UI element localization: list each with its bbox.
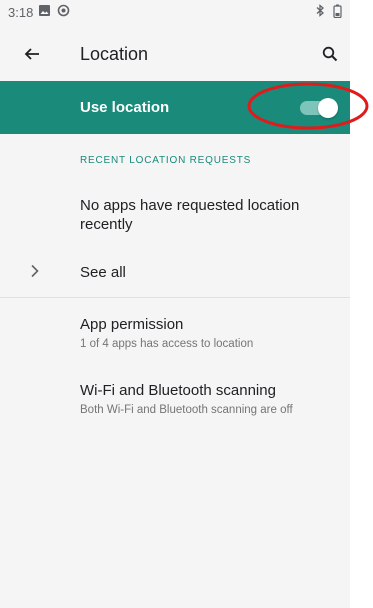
pref-title: App permission bbox=[80, 316, 184, 333]
arrow-left-icon bbox=[24, 46, 40, 67]
image-icon bbox=[38, 4, 51, 17]
search-button[interactable] bbox=[318, 44, 342, 68]
no-recent-requests-message: No apps have requested location recently bbox=[80, 197, 300, 233]
battery-icon bbox=[333, 4, 342, 18]
wifi-bluetooth-scanning-item[interactable]: Wi-Fi and Bluetooth scanning Both Wi-Fi … bbox=[0, 382, 350, 432]
use-location-label: Use location bbox=[80, 99, 170, 116]
use-location-switch-bar[interactable]: Use location bbox=[0, 81, 350, 134]
recent-requests-header: RECENT LOCATION REQUESTS bbox=[80, 155, 252, 166]
sync-icon bbox=[57, 4, 70, 17]
status-right-icons bbox=[315, 4, 342, 18]
status-left-icons bbox=[38, 4, 70, 17]
use-location-toggle[interactable] bbox=[300, 98, 338, 118]
status-time: 3:18 bbox=[8, 5, 34, 20]
chevron-right-icon bbox=[30, 264, 40, 283]
back-button[interactable] bbox=[20, 44, 44, 68]
pref-title: Wi-Fi and Bluetooth scanning bbox=[80, 382, 276, 399]
toggle-thumb bbox=[318, 98, 338, 118]
app-bar: Location bbox=[0, 24, 350, 88]
section-divider bbox=[0, 297, 350, 298]
see-all-button[interactable]: See all bbox=[0, 254, 350, 292]
app-permission-item[interactable]: App permission 1 of 4 apps has access to… bbox=[0, 316, 350, 366]
search-icon bbox=[322, 46, 338, 67]
see-all-label: See all bbox=[80, 264, 126, 281]
bluetooth-icon bbox=[315, 4, 325, 18]
page-title: Location bbox=[80, 44, 149, 64]
status-bar: 3:18 bbox=[0, 0, 350, 24]
pref-summary: 1 of 4 apps has access to location bbox=[80, 338, 254, 350]
settings-screen: 3:18 Location Use location RECENT LOCATI… bbox=[0, 0, 350, 608]
pref-summary: Both Wi-Fi and Bluetooth scanning are of… bbox=[80, 404, 293, 416]
